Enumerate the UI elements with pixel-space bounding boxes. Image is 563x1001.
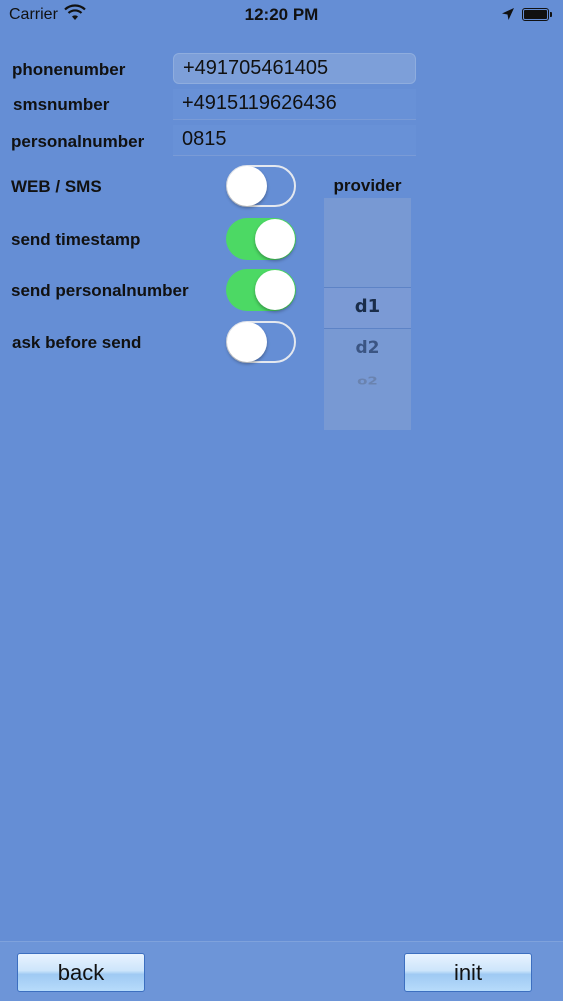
send-timestamp-switch[interactable] xyxy=(226,218,296,260)
battery-icon xyxy=(522,8,552,21)
send-timestamp-label: send timestamp xyxy=(11,230,141,249)
picker-option-o2[interactable]: o2 xyxy=(324,375,411,388)
switch-knob xyxy=(227,322,267,362)
phonenumber-label: phonenumber xyxy=(12,60,126,79)
picker-option-d1[interactable]: d1 xyxy=(324,296,411,317)
web-sms-switch[interactable] xyxy=(226,165,296,207)
picker-option-d2[interactable]: d2 xyxy=(324,338,411,358)
status-bar: Carrier 12:20 PM xyxy=(0,0,563,30)
personalnumber-label: personalnumber xyxy=(11,132,145,151)
send-personalnumber-switch[interactable] xyxy=(226,269,296,311)
provider-label: provider xyxy=(333,176,402,195)
ask-before-send-switch[interactable] xyxy=(226,321,296,363)
location-arrow-icon xyxy=(502,8,514,20)
bottom-toolbar: back init xyxy=(0,941,563,1001)
switch-knob xyxy=(255,270,295,310)
smsnumber-field[interactable]: +4915119626436 xyxy=(173,89,416,120)
phonenumber-field[interactable]: +491705461405 xyxy=(173,53,416,84)
clock: 12:20 PM xyxy=(244,5,319,24)
smsnumber-label: smsnumber xyxy=(13,95,110,114)
ask-before-send-label: ask before send xyxy=(12,333,142,352)
provider-picker[interactable]: d1 d2 o2 xyxy=(324,198,411,430)
web-sms-label: WEB / SMS xyxy=(11,177,102,196)
send-personalnumber-label: send personalnumber xyxy=(11,281,189,300)
switch-knob xyxy=(255,219,295,259)
personalnumber-field[interactable]: 0815 xyxy=(173,125,416,156)
switch-knob xyxy=(227,166,267,206)
init-button[interactable]: init xyxy=(404,953,532,992)
back-button[interactable]: back xyxy=(17,953,145,992)
